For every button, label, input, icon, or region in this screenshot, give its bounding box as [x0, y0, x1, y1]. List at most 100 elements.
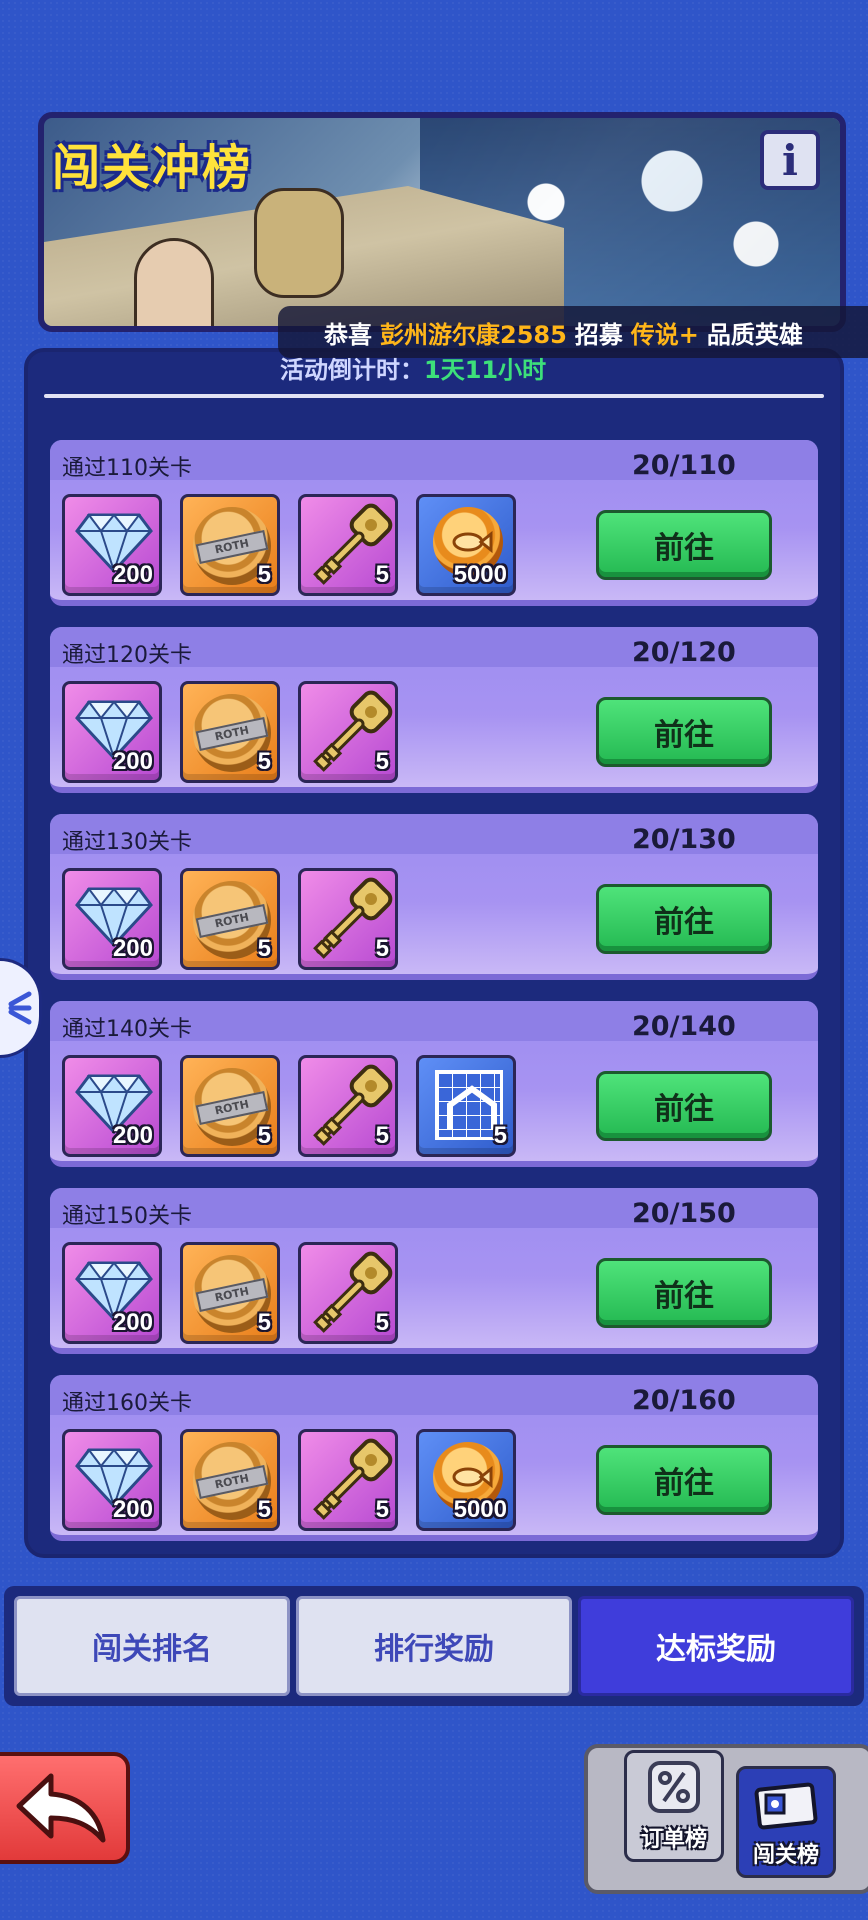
- stage-ranking-button[interactable]: 闯关榜: [736, 1766, 836, 1878]
- recruit-broadcast-ticker: 恭喜 彭州游尔康2585 招募 传说+ 品质英雄: [278, 306, 868, 358]
- tab-bar: 闯关排名 排行奖励 达标奖励: [4, 1586, 864, 1706]
- reward-item-token[interactable]: ROTH 5: [180, 1055, 280, 1157]
- reward-item-key[interactable]: 5: [298, 1242, 398, 1344]
- reward-items: 200 ROTH 5 5 5000: [62, 1429, 516, 1531]
- reward-item-token[interactable]: ROTH 5: [180, 1429, 280, 1531]
- reward-item-gem[interactable]: 200: [62, 681, 162, 783]
- reward-items: 200 ROTH 5 5: [62, 1242, 398, 1344]
- reward-item-token[interactable]: ROTH 5: [180, 1242, 280, 1344]
- reward-quantity: 5: [257, 935, 271, 962]
- task-card: 通过130关卡 20/130 200 ROTH 5 5 前往: [50, 814, 818, 980]
- reward-quantity: 5: [257, 1309, 271, 1336]
- reward-item-token[interactable]: ROTH 5: [180, 681, 280, 783]
- reward-item-coin[interactable]: 5000: [416, 1429, 516, 1531]
- reward-item-gem[interactable]: 200: [62, 1242, 162, 1344]
- back-button[interactable]: [0, 1752, 130, 1864]
- reward-quantity: 5: [257, 561, 271, 588]
- back-arrow-icon: [16, 1773, 106, 1843]
- go-button[interactable]: 前往: [596, 697, 772, 767]
- token-band-text: ROTH: [195, 716, 269, 752]
- ticker-prefix: 恭喜: [324, 320, 372, 349]
- countdown-value: 1天11小时: [424, 356, 547, 384]
- task-progress: 20/130: [632, 824, 736, 855]
- task-title: 通过140关卡: [62, 1017, 192, 1042]
- task-card: 通过150关卡 20/150 200 ROTH 5 5 前往: [50, 1188, 818, 1354]
- reward-item-token[interactable]: ROTH 5: [180, 494, 280, 596]
- task-title: 通过160关卡: [62, 1391, 192, 1416]
- task-card: 通过140关卡 20/140 200 ROTH 5 5 5 前往: [50, 1001, 818, 1167]
- order-ranking-label: 订单榜: [640, 1827, 707, 1852]
- reward-quantity: 200: [112, 1122, 153, 1149]
- reward-item-gem[interactable]: 200: [62, 1055, 162, 1157]
- reward-quantity: 5: [375, 935, 389, 962]
- task-title: 通过150关卡: [62, 1204, 192, 1229]
- reward-item-gem[interactable]: 200: [62, 1429, 162, 1531]
- reward-quantity: 5: [375, 1122, 389, 1149]
- task-title: 通过130关卡: [62, 830, 192, 855]
- reward-item-token[interactable]: ROTH 5: [180, 868, 280, 970]
- go-button[interactable]: 前往: [596, 1071, 772, 1141]
- token-band-text: ROTH: [195, 1277, 269, 1313]
- info-icon: i: [782, 135, 798, 185]
- reward-quantity: 200: [112, 561, 153, 588]
- token-band-text: ROTH: [195, 1090, 269, 1126]
- reward-item-gem[interactable]: 200: [62, 494, 162, 596]
- token-band-text: ROTH: [195, 1464, 269, 1500]
- reward-quantity: 200: [112, 935, 153, 962]
- reward-quantity: 5: [375, 748, 389, 775]
- reward-items: 200 ROTH 5 5 5: [62, 1055, 516, 1157]
- reward-items: 200 ROTH 5 5 5000: [62, 494, 516, 596]
- tab-stage-ranking[interactable]: 闯关排名: [14, 1596, 290, 1696]
- go-button[interactable]: 前往: [596, 884, 772, 954]
- task-card: 通过110关卡 20/110 200 ROTH 5 5 5000 前往: [50, 440, 818, 606]
- task-title: 通过120关卡: [62, 643, 192, 668]
- expand-fan-icon: [8, 991, 31, 1025]
- reward-quantity: 5: [257, 1496, 271, 1523]
- ticker-quality: 传说+: [630, 320, 699, 349]
- countdown-label: 活动倒计时：: [280, 356, 424, 384]
- order-ranking-button[interactable]: 订单榜: [624, 1750, 724, 1862]
- task-card: 通过160关卡 20/160 200 ROTH 5 5 5000 前往: [50, 1375, 818, 1541]
- reward-quantity: 5: [493, 1122, 507, 1149]
- percent-badge-icon: [648, 1761, 700, 1813]
- reward-item-house[interactable]: 5: [416, 1055, 516, 1157]
- sailor-figure-art: [134, 238, 214, 326]
- reward-quantity: 200: [112, 1309, 153, 1336]
- reward-quantity: 5: [257, 748, 271, 775]
- reward-quantity: 5: [375, 561, 389, 588]
- token-band-text: ROTH: [195, 903, 269, 939]
- reward-item-key[interactable]: 5: [298, 681, 398, 783]
- reward-item-key[interactable]: 5: [298, 868, 398, 970]
- task-title: 通过110关卡: [62, 456, 192, 481]
- ticker-verb: 招募: [574, 320, 623, 349]
- go-button[interactable]: 前往: [596, 1258, 772, 1328]
- go-button[interactable]: 前往: [596, 1445, 772, 1515]
- task-progress: 20/150: [632, 1198, 736, 1229]
- bottom-nav-tray: 订单榜 闯关榜: [584, 1744, 868, 1894]
- reward-quantity: 5000: [453, 561, 507, 588]
- reward-items: 200 ROTH 5 5: [62, 681, 398, 783]
- list-top-divider: [44, 394, 824, 398]
- reward-quantity: 200: [112, 1496, 153, 1523]
- ticket-card-icon: [754, 1782, 818, 1830]
- reward-item-coin[interactable]: 5000: [416, 494, 516, 596]
- task-card: 通过120关卡 20/120 200 ROTH 5 5 前往: [50, 627, 818, 793]
- reward-item-key[interactable]: 5: [298, 1429, 398, 1531]
- reward-item-key[interactable]: 5: [298, 494, 398, 596]
- task-progress: 20/140: [632, 1011, 736, 1042]
- reward-items: 200 ROTH 5 5: [62, 868, 398, 970]
- reward-item-gem[interactable]: 200: [62, 868, 162, 970]
- ticker-suffix: 品质英雄: [706, 320, 803, 349]
- reward-quantity: 200: [112, 748, 153, 775]
- reward-quantity: 5000: [453, 1496, 507, 1523]
- task-progress: 20/120: [632, 637, 736, 668]
- info-button[interactable]: i: [760, 130, 820, 190]
- reward-quantity: 5: [375, 1309, 389, 1336]
- reward-item-key[interactable]: 5: [298, 1055, 398, 1157]
- task-progress: 20/110: [632, 450, 736, 481]
- tab-ranking-rewards[interactable]: 排行奖励: [296, 1596, 572, 1696]
- token-band-text: ROTH: [195, 529, 269, 565]
- task-progress: 20/160: [632, 1385, 736, 1416]
- tab-milestone-rewards[interactable]: 达标奖励: [578, 1596, 854, 1696]
- go-button[interactable]: 前往: [596, 510, 772, 580]
